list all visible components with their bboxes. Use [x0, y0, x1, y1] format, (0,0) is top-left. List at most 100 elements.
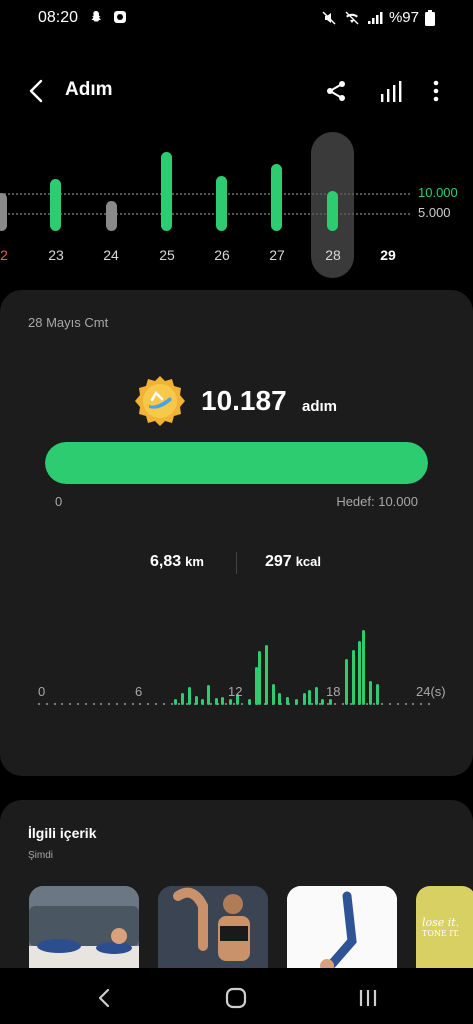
- hour-baseline-dot: [412, 703, 415, 705]
- hour-bar: [295, 699, 298, 705]
- goal-line-10000: [0, 193, 410, 195]
- more-vert-icon[interactable]: [421, 76, 451, 106]
- steps-progress-bar: [45, 442, 428, 484]
- hour-bar: [352, 650, 355, 705]
- hour-baseline-dot: [45, 703, 48, 705]
- related-subtitle: Şimdi: [28, 850, 54, 861]
- daily-summary-card: 28 Mayıs Cmt 10.187 adım 0 Hedef: 10.000…: [0, 290, 473, 776]
- hour-bar: [278, 693, 281, 705]
- hour-baseline-dot: [240, 703, 243, 705]
- day-label-today[interactable]: 29: [368, 247, 408, 263]
- goal-line-5000: [0, 213, 410, 215]
- app-notification-icon: [114, 11, 126, 23]
- day-label[interactable]: 23: [36, 247, 76, 263]
- hour-baseline-dot: [420, 703, 423, 705]
- hour-bar: [215, 698, 218, 705]
- hour-bar: [315, 687, 318, 705]
- hour-baseline-dot: [381, 703, 384, 705]
- hour-baseline-dot: [147, 703, 150, 705]
- day-label[interactable]: 25: [147, 247, 187, 263]
- snapchat-icon: [91, 11, 101, 22]
- page-title: Adım: [65, 79, 113, 100]
- day-bar-24[interactable]: [106, 201, 117, 231]
- hour-axis-label: 12: [228, 684, 243, 699]
- hour-baseline-dot: [77, 703, 79, 705]
- distance-unit: km: [185, 554, 204, 569]
- ref-label-5000: 5.000: [418, 205, 451, 220]
- bar-chart-icon[interactable]: [376, 76, 406, 106]
- hour-baseline-dot: [123, 703, 126, 705]
- hour-baseline-dot: [342, 703, 345, 705]
- hour-bar: [248, 699, 251, 705]
- calories-stat: 297 kcal: [265, 553, 321, 571]
- day-bar-27[interactable]: [271, 164, 282, 231]
- day-label[interactable]: 26: [202, 247, 242, 263]
- hour-axis-label: 24(s): [416, 684, 446, 699]
- status-bar: 08:20 %97: [0, 0, 473, 36]
- hour-baseline-dot: [155, 703, 157, 705]
- related-thumbnail[interactable]: [29, 886, 139, 976]
- hour-bar: [195, 696, 198, 705]
- day-label-selected[interactable]: 28: [313, 247, 353, 263]
- hourly-steps-chart: [0, 620, 473, 780]
- hour-baseline-dot: [100, 703, 103, 705]
- day-bar-22[interactable]: [0, 193, 7, 231]
- hour-baseline-dot: [389, 703, 391, 705]
- hour-bar: [358, 641, 361, 705]
- hour-bar: [308, 690, 311, 705]
- thumb-caption-line2: TONE IT.: [422, 929, 460, 939]
- nav-back-icon[interactable]: [90, 983, 120, 1013]
- hour-baseline-dot: [162, 703, 165, 705]
- goal-label: Hedef: 10.000: [336, 494, 418, 509]
- progress-min-label: 0: [55, 494, 63, 509]
- hour-bar: [286, 697, 289, 705]
- hour-bar: [207, 685, 210, 705]
- hour-axis-label: 0: [38, 684, 46, 699]
- workout-photo-2: [158, 886, 268, 976]
- steps-progress-fill: [45, 442, 428, 484]
- hour-bar: [272, 684, 275, 705]
- hour-bar: [174, 699, 177, 705]
- hour-baseline-dot: [428, 703, 430, 705]
- day-bar-23[interactable]: [50, 179, 61, 231]
- share-icon[interactable]: [321, 76, 351, 106]
- steps-unit: adım: [302, 398, 338, 415]
- related-thumbnail[interactable]: lose it. TONE IT.: [416, 886, 473, 976]
- hour-bar: [345, 659, 348, 705]
- day-label[interactable]: 2: [0, 247, 24, 263]
- day-label[interactable]: 24: [91, 247, 131, 263]
- related-thumbnail[interactable]: [158, 886, 268, 976]
- hour-bar: [265, 645, 268, 705]
- battery-icon: [425, 9, 435, 26]
- day-bar-25[interactable]: [161, 152, 172, 231]
- calories-unit: kcal: [295, 554, 322, 569]
- hour-baseline-dot: [170, 703, 173, 705]
- hour-baseline-dot: [404, 703, 407, 705]
- hour-bar: [329, 699, 332, 705]
- hour-baseline-dot: [311, 703, 313, 705]
- thumb-caption: lose it. TONE IT.: [422, 916, 470, 939]
- hour-baseline-dot: [334, 703, 337, 705]
- system-navigation-bar: [0, 968, 473, 1024]
- hour-bar: [201, 699, 204, 705]
- thumb-caption-line1: lose it.: [422, 916, 460, 929]
- day-bar-26[interactable]: [216, 176, 227, 231]
- day-bar-28[interactable]: [327, 191, 338, 231]
- battery-percent: %97: [388, 9, 419, 26]
- day-label[interactable]: 27: [257, 247, 297, 263]
- weekly-steps-chart: 10.000 5.000 2 23 24 25 26 27 28 29: [0, 125, 473, 280]
- hour-bar: [258, 651, 261, 705]
- distance-value: 6,83: [150, 553, 182, 570]
- nav-home-icon[interactable]: [221, 983, 251, 1013]
- related-thumbnail[interactable]: [287, 886, 397, 976]
- back-arrow-icon[interactable]: [22, 76, 52, 106]
- app-header: Adım: [0, 70, 473, 112]
- hour-bar: [188, 687, 191, 705]
- hour-baseline-dot: [225, 703, 228, 705]
- workout-photo-1: [29, 886, 139, 976]
- hour-axis-label: 6: [135, 684, 143, 699]
- hour-bar: [181, 693, 184, 705]
- notification-icons: [88, 9, 128, 25]
- nav-recents-icon[interactable]: [353, 983, 383, 1013]
- achievement-medal-icon: [135, 376, 185, 426]
